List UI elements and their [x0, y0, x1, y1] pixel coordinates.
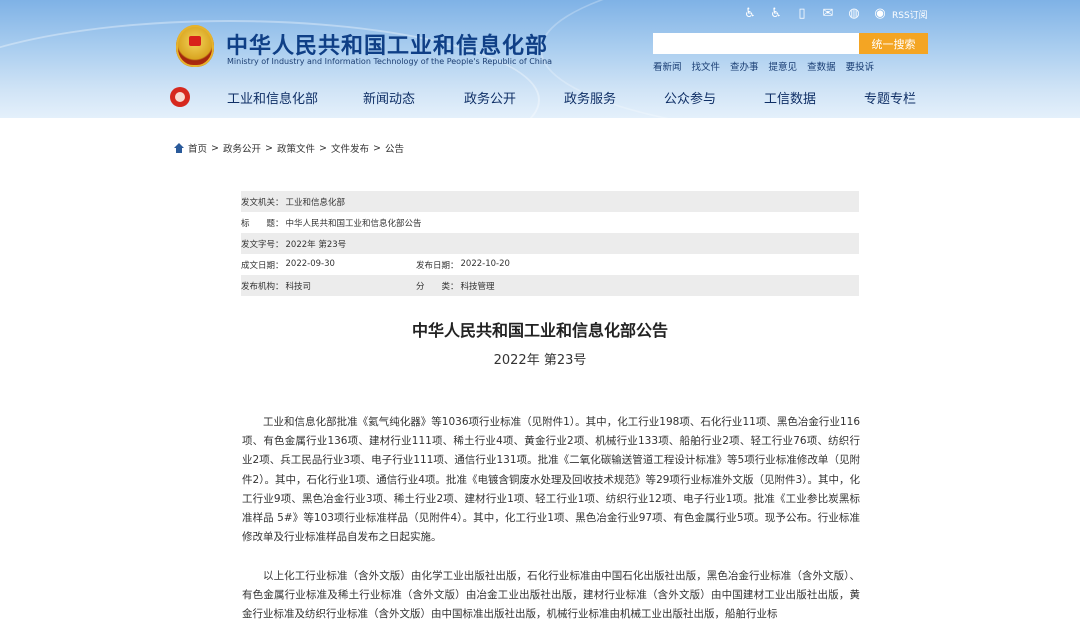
site-header: 中华人民共和国工业和信息化部 Ministry of Industry and …: [0, 0, 1080, 118]
meta-label: 发布日期：: [416, 260, 459, 271]
breadcrumb-separator: >: [265, 142, 273, 154]
search-bar: 统一搜索: [653, 33, 928, 54]
nav-item-participation[interactable]: 公众参与: [664, 88, 716, 107]
meta-label: 标 题：: [241, 218, 284, 229]
nav-item-data[interactable]: 工信数据: [764, 88, 816, 107]
nav-item-public-affairs[interactable]: 政务公开: [464, 88, 516, 107]
breadcrumb-announcement[interactable]: 公告: [385, 141, 404, 155]
meta-row-doc-no: 发文字号： 2022年 第23号: [241, 233, 859, 254]
national-emblem-icon[interactable]: [176, 25, 214, 67]
quick-link-complaint[interactable]: 要投诉: [846, 59, 875, 73]
nav-item-news[interactable]: 新闻动态: [363, 88, 415, 107]
quick-link-news[interactable]: 看新闻: [653, 59, 682, 73]
nav-item-ministry[interactable]: 工业和信息化部: [227, 88, 318, 107]
document-number: 2022年 第23号: [493, 353, 587, 368]
breadcrumb-separator: >: [318, 142, 327, 154]
rss-link[interactable]: RSS订阅: [892, 8, 928, 21]
home-icon: [174, 143, 184, 153]
meta-label: 分 类：: [416, 281, 459, 292]
breadcrumb-separator: >: [211, 142, 219, 154]
site-subtitle: Ministry of Industry and Information Tec…: [227, 57, 553, 66]
quick-links: 看新闻 找文件 查办事 提意见 查数据 要投诉: [653, 59, 874, 73]
search-input[interactable]: [653, 33, 859, 54]
meta-label: 成文日期：: [241, 260, 284, 271]
breadcrumb-home[interactable]: 首页: [188, 141, 207, 155]
wechat-icon[interactable]: ◍: [846, 6, 862, 22]
top-tool-icons: ♿ ♿ ▯ ✉ ◍ ◉ RSS订阅: [742, 5, 928, 23]
meta-label: 发布机构：: [241, 281, 284, 292]
wheelchair-icon[interactable]: ♿: [768, 6, 784, 22]
meta-value-org: 科技司: [285, 281, 312, 292]
meta-value-title: 中华人民共和国工业和信息化部公告: [285, 218, 422, 229]
breadcrumb-policy-files[interactable]: 政策文件: [277, 141, 315, 155]
quick-link-services[interactable]: 查办事: [730, 59, 759, 73]
mobile-icon[interactable]: ▯: [794, 6, 810, 22]
meta-label: 发文机关：: [241, 197, 284, 208]
document-meta-table: 发文机关： 工业和信息化部 标 题： 中华人民共和国工业和信息化部公告 发文字号…: [241, 191, 859, 296]
meta-row-dates: 成文日期： 2022-09-30 发布日期： 2022-10-20: [241, 254, 859, 275]
quick-link-data[interactable]: 查数据: [807, 59, 836, 73]
nav-item-services[interactable]: 政务服务: [564, 88, 616, 107]
meta-row-org: 发布机构： 科技司 分 类： 科技管理: [241, 275, 859, 296]
meta-value-created: 2022-09-30: [285, 258, 335, 269]
mail-icon[interactable]: ✉: [820, 6, 836, 22]
meta-row-title: 标 题： 中华人民共和国工业和信息化部公告: [241, 212, 859, 233]
quick-link-feedback[interactable]: 提意见: [769, 59, 798, 73]
search-button[interactable]: 统一搜索: [859, 33, 928, 54]
document-paragraph: 以上化工行业标准（含外文版）由化学工业出版社出版，石化行业标准由中国石化出版社出…: [242, 570, 860, 621]
ministry-logo-icon[interactable]: [170, 87, 190, 107]
meta-label: 发文字号：: [241, 239, 284, 250]
breadcrumb-file-release[interactable]: 文件发布: [331, 141, 369, 155]
meta-value-issuer: 工业和信息化部: [285, 197, 346, 208]
breadcrumb-separator: >: [372, 142, 381, 154]
nav-item-topics[interactable]: 专题专栏: [864, 88, 916, 107]
site-title[interactable]: 中华人民共和国工业和信息化部: [226, 28, 548, 60]
document-title: 中华人民共和国工业和信息化部公告: [411, 321, 668, 340]
breadcrumb: 首页 > 政务公开 > 政策文件 > 文件发布 > 公告: [174, 141, 404, 155]
accessibility-icon[interactable]: ♿: [742, 6, 758, 22]
document-paragraph: 工业和信息化部批准《氦气纯化器》等1036项行业标准（见附件1）。其中，化工行业…: [242, 416, 860, 544]
main-nav: 工业和信息化部 新闻动态 政务公开 政务服务 公众参与 工信数据 专题专栏: [170, 86, 920, 108]
weibo-icon[interactable]: ◉: [872, 6, 888, 22]
meta-value-doc-no: 2022年 第23号: [285, 239, 347, 250]
quick-link-files[interactable]: 找文件: [692, 59, 721, 73]
breadcrumb-public-affairs[interactable]: 政务公开: [223, 141, 261, 155]
meta-value-published: 2022-10-20: [460, 258, 510, 269]
meta-value-category: 科技管理: [460, 281, 495, 292]
meta-row-issuer: 发文机关： 工业和信息化部: [241, 191, 859, 212]
